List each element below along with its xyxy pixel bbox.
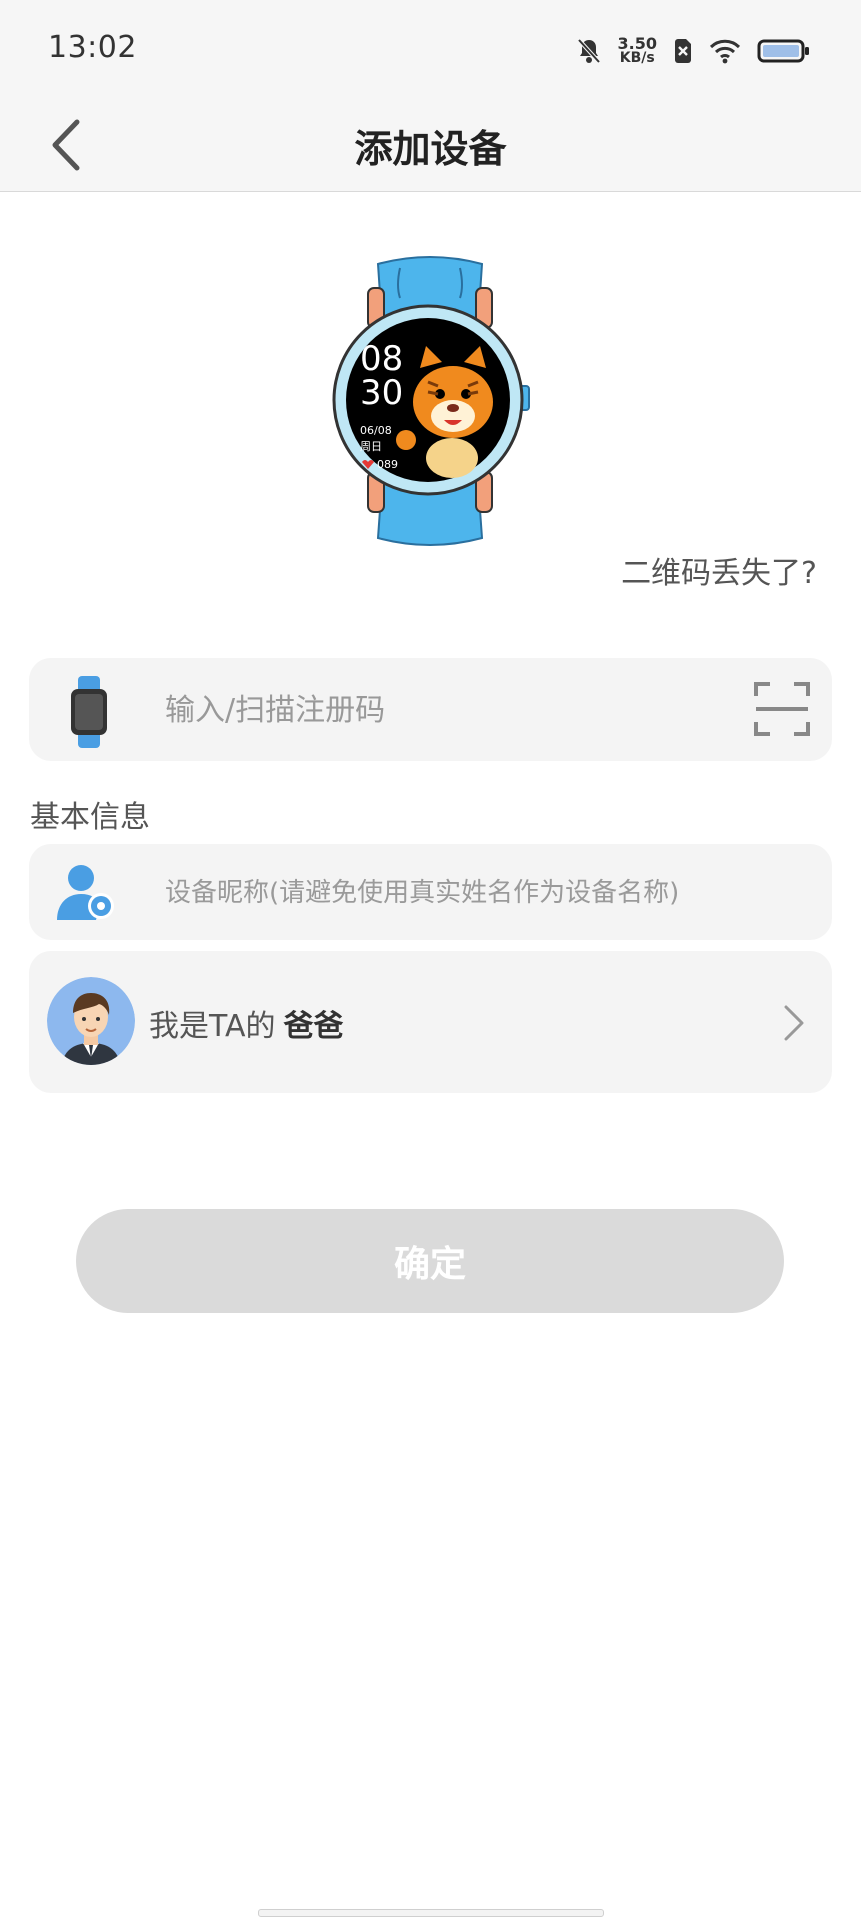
nickname-field: [29, 844, 832, 940]
watch-date: 06/08: [360, 424, 392, 437]
bell-off-icon: [577, 38, 600, 64]
nickname-input[interactable]: [163, 870, 807, 916]
scan-button[interactable]: [752, 680, 812, 738]
nav-bar: 添加设备: [0, 100, 861, 192]
lost-qr-link[interactable]: 二维码丢失了?: [621, 548, 817, 592]
avatar: [47, 977, 135, 1065]
relation-selector[interactable]: 我是TA的 爸爸: [29, 951, 832, 1093]
relation-text: 我是TA的 爸爸: [149, 1001, 344, 1045]
net-speed-value: 3.50: [617, 34, 657, 53]
chevron-right-icon: [784, 1005, 804, 1041]
status-bar: 13:02 3.50 KB/s: [0, 0, 861, 100]
watch-icon: [71, 676, 107, 748]
relation-prefix: 我是TA的: [149, 1009, 276, 1044]
battery-icon: [757, 39, 809, 63]
wifi-icon: [709, 39, 741, 64]
register-code-input[interactable]: [163, 686, 727, 734]
scan-icon: [754, 682, 810, 736]
net-speed-unit: KB/s: [619, 50, 655, 66]
status-icons: 3.50 KB/s: [576, 34, 811, 68]
home-indicator[interactable]: [258, 1909, 604, 1917]
net-speed: 3.50 KB/s: [617, 34, 657, 66]
sim-off-icon: [675, 39, 691, 63]
watch-weekday: 周日: [360, 440, 382, 453]
register-code-field: [29, 658, 832, 761]
watch-heart-rate: 089: [377, 458, 398, 471]
page-title: 添加设备: [354, 127, 507, 171]
watch-illustration: 08 30 06/08 周日 089: [332, 256, 530, 546]
section-title-basic-info: 基本信息: [30, 800, 150, 835]
status-time: 13:02: [48, 30, 137, 65]
watch-minute: 30: [360, 373, 403, 413]
user-settings-icon: [57, 865, 114, 920]
relation-role: 爸爸: [283, 1009, 344, 1044]
confirm-button[interactable]: 确定: [76, 1209, 784, 1313]
